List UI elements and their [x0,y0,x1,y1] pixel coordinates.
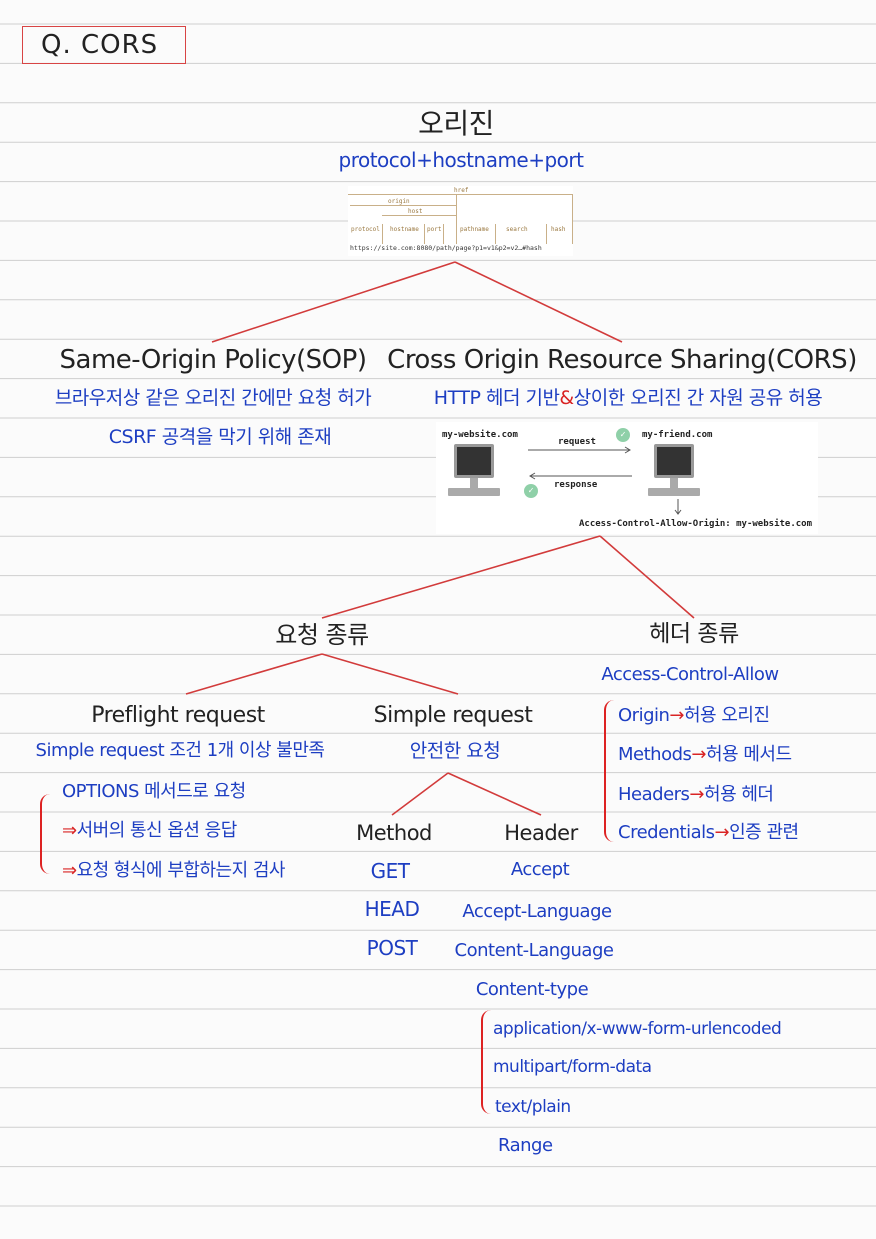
arrow-right-icon: → [691,744,706,765]
header-types-bracket [604,700,616,842]
connector-origin-cors [454,261,623,343]
content-type-bracket [481,1010,493,1114]
header-type-headers-name: Headers [618,784,690,805]
header-type-methods: Methods→허용 메서드 [618,746,792,764]
method-post: POST [366,936,418,960]
header-type-credentials: Credentials→인증 관련 [618,824,799,842]
arrow-right-icon: → [669,705,684,726]
method-heading: Method [356,821,432,845]
preflight-heading: Preflight request [91,703,265,728]
header-type-headers-desc: 허용 헤더 [704,784,774,805]
cors-desc-part2: 상이한 오리진 간 자원 공유 허용 [573,387,823,409]
header-types-heading: 헤더 종류 [649,621,739,647]
request-types-heading: 요청 종류 [275,621,369,649]
connector-requesttypes-preflight [185,653,323,695]
preflight-step-2: ⇒서버의 통신 옵션 응답 [62,822,237,840]
cors-right-host: my-friend.com [642,430,713,440]
url-part-hash: hash [551,226,566,233]
connector-simple-header [447,772,542,816]
response-check-icon: ✓ [524,484,538,498]
connector-requesttypes-simple [321,653,459,695]
url-structure-diagram: href origin host protocol hostname port … [348,186,573,256]
sop-description: 브라우저상 같은 오리진 간에만 요청 허가 [54,387,372,409]
connector-cors-headertypes [599,535,695,619]
header-type-headers: Headers→허용 헤더 [618,784,774,805]
header-accept: Accept [510,859,570,880]
url-host-label: host [408,208,423,215]
preflight-step-3-arrow: ⇒ [62,860,77,881]
header-heading: Header [504,821,578,845]
origin-heading: 오리진 [418,107,494,140]
preflight-step-2-arrow: ⇒ [62,820,77,841]
sop-heading: Same-Origin Policy(SOP) [59,345,367,375]
connector-cors-requesttypes [321,535,601,619]
sop-csrf-note: CSRF 공격을 막기 위해 존재 [108,426,332,448]
header-accept-language: Accept-Language [462,901,612,922]
cors-heading: Cross Origin Resource Sharing(CORS) [387,345,857,375]
preflight-condition: Simple request 조건 1개 이상 불만족 [35,740,325,761]
arrow-right-icon: → [714,822,730,843]
cors-allow-origin-header: Access-Control-Allow-Origin: my-website.… [579,519,812,529]
url-origin-label: origin [388,198,410,205]
down-arrow-icon [674,499,682,515]
url-part-search: search [506,226,528,233]
url-part-hostname: hostname [390,226,419,233]
simple-heading: Simple request [373,703,533,728]
url-part-pathname: pathname [460,226,489,233]
response-label: response [554,480,598,490]
computer-left-icon [448,444,500,500]
header-type-methods-desc: 허용 메서드 [705,744,792,765]
simple-description: 안전한 요청 [409,740,501,762]
cors-description: HTTP 헤더 기반&상이한 오리진 간 자원 공유 허용 [433,387,823,409]
url-example: https://site.com:8080/path/page?p1=v1&p2… [350,244,542,252]
header-type-credentials-name: Credentials [618,822,715,843]
arrow-right-icon: → [689,784,705,805]
content-type-text-plain: text/plain [495,1097,571,1117]
header-content-language: Content-Language [454,940,614,961]
header-type-origin-desc: 허용 오리진 [684,705,770,726]
content-type-multipart: multipart/form-data [493,1057,652,1077]
url-part-port: port [427,226,442,233]
cors-desc-ampersand: & [559,387,574,409]
preflight-step-3-text: 요청 형식에 부합하는지 검사 [76,860,286,881]
origin-formula: protocol+hostname+port [338,148,585,172]
connector-simple-method [391,772,449,816]
computer-right-icon [648,444,700,500]
preflight-step-1: OPTIONS 메서드로 요청 [62,781,246,802]
cors-request-diagram: my-website.com my-friend.com request ✓ ✓… [436,422,818,534]
request-check-icon: ✓ [616,428,630,442]
header-type-origin-name: Origin [618,705,670,726]
content-type-urlencoded: application/x-www-form-urlencoded [493,1019,782,1039]
connector-origin-sop [211,261,456,343]
preflight-bracket [40,794,52,874]
cors-left-host: my-website.com [442,430,518,440]
header-types-prefix: Access-Control-Allow [601,664,779,685]
header-type-credentials-desc: 인증 관련 [729,822,799,843]
method-head: HEAD [364,897,420,921]
header-content-type: Content-type [475,979,589,1000]
page-title: Q. CORS [22,26,186,64]
url-href-label: href [454,187,469,194]
header-type-methods-name: Methods [618,744,692,765]
header-range: Range [498,1135,553,1156]
preflight-step-3: ⇒요청 형식에 부합하는지 검사 [62,862,285,880]
method-get: GET [370,859,410,883]
url-part-protocol: protocol [351,226,380,233]
header-type-origin: Origin→허용 오리진 [618,707,770,725]
preflight-step-2-text: 서버의 통신 옵션 응답 [76,820,238,841]
cors-desc-part1: HTTP 헤더 기반 [433,387,560,409]
